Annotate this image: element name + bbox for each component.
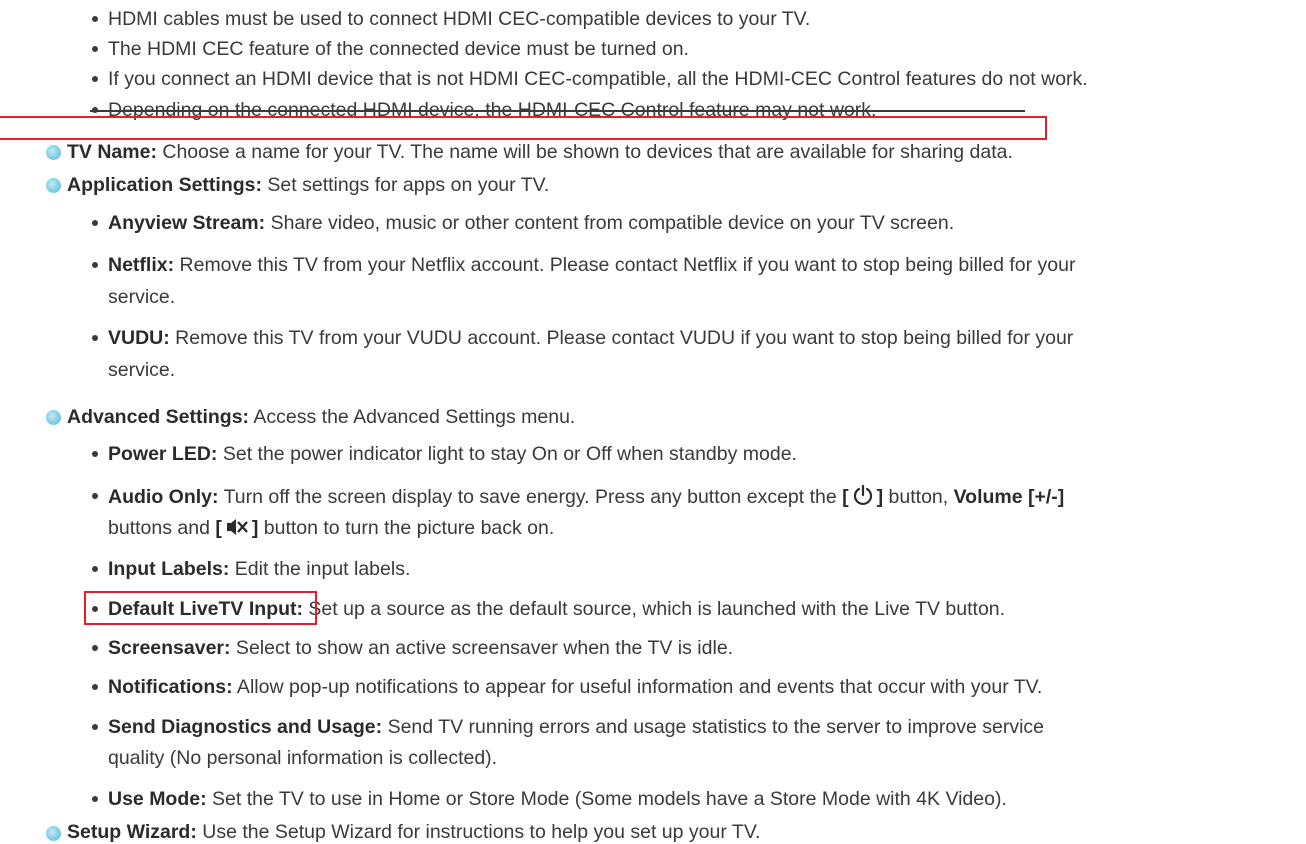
highlight-box-hdmi-note — [0, 116, 1047, 140]
setup-wizard-term: Setup Wizard: — [67, 821, 197, 843]
diagnostics-text: Send TV running errors and usage statist… — [382, 716, 1045, 738]
bullet — [92, 16, 98, 22]
use-mode-text: Set the TV to use in Home or Store Mode … — [206, 788, 1007, 810]
netflix-text-cont: service. — [108, 286, 176, 308]
screensaver-text: Select to show an active screensaver whe… — [230, 637, 734, 659]
netflix-item: Netflix: Remove this TV from your Netfli… — [108, 253, 1075, 277]
audio-only-line2-a: buttons and — [108, 517, 216, 539]
netflix-term: Netflix: — [108, 254, 175, 276]
notifications-item: Notifications: Allow pop-up notification… — [108, 675, 1042, 699]
screensaver-item: Screensaver: Select to show an active sc… — [108, 636, 733, 660]
advanced-settings-item: Advanced Settings: Access the Advanced S… — [67, 405, 575, 429]
bullet — [92, 796, 98, 802]
tv-name-item: TV Name: Choose a name for your TV. The … — [67, 140, 1013, 164]
bracket-open: [ — [215, 517, 222, 539]
audio-only-item: Audio Only: Turn off the screen display … — [108, 484, 1064, 508]
screensaver-term: Screensaver: — [108, 637, 231, 659]
audio-only-cont: buttons and [] button to turn the pictur… — [108, 516, 554, 540]
audio-only-text: Turn off the screen display to save ener… — [218, 486, 843, 508]
notifications-term: Notifications: — [108, 676, 233, 698]
setup-wizard-item: Setup Wizard: Use the Setup Wizard for i… — [67, 820, 760, 844]
section-bullet-dot — [46, 826, 61, 841]
vudu-item: VUDU: Remove this TV from your VUDU acco… — [108, 326, 1073, 350]
bullet — [92, 46, 98, 52]
hdmi-note-3: If you connect an HDMI device that is no… — [108, 68, 1088, 90]
advanced-settings-text: Access the Advanced Settings menu. — [249, 406, 576, 428]
anyview-stream-term: Anyview Stream: — [108, 212, 266, 234]
volume-term: Volume [+/-] — [953, 486, 1065, 508]
audio-only-text-b: button, — [883, 486, 954, 508]
vudu-text-cont: service. — [108, 359, 176, 381]
input-labels-item: Input Labels: Edit the input labels. — [108, 557, 410, 581]
audio-only-term: Audio Only: — [108, 486, 219, 508]
power-led-item: Power LED: Set the power indicator light… — [108, 442, 797, 466]
bullet — [92, 724, 98, 730]
input-labels-text: Edit the input labels. — [229, 558, 411, 580]
input-labels-term: Input Labels: — [108, 558, 230, 580]
notifications-text: Allow pop-up notifications to appear for… — [232, 676, 1043, 698]
bullet — [92, 645, 98, 651]
application-settings-item: Application Settings: Set settings for a… — [67, 173, 549, 197]
bullet — [92, 220, 98, 226]
vudu-term: VUDU: — [108, 327, 170, 349]
strikethrough-line — [90, 110, 1025, 112]
diagnostics-term: Send Diagnostics and Usage: — [108, 716, 383, 738]
bullet — [92, 493, 98, 499]
anyview-stream-text: Share video, music or other content from… — [265, 212, 955, 234]
application-settings-text: Set settings for apps on your TV. — [262, 174, 550, 196]
power-led-text: Set the power indicator light to stay On… — [217, 443, 797, 465]
bracket-open: [ — [842, 486, 849, 508]
mute-icon — [225, 517, 249, 543]
tv-name-text: Choose a name for your TV. The name will… — [156, 141, 1013, 163]
section-bullet-dot — [46, 410, 61, 425]
bullet — [92, 76, 98, 82]
application-settings-term: Application Settings: — [67, 174, 262, 196]
default-livetv-text: Set up a source as the default source, w… — [303, 598, 1006, 620]
use-mode-term: Use Mode: — [108, 788, 207, 810]
hdmi-note-2: The HDMI CEC feature of the connected de… — [108, 38, 689, 60]
vudu-text: Remove this TV from your VUDU account. P… — [169, 327, 1074, 349]
highlight-box-default-livetv — [84, 591, 317, 625]
setup-wizard-text: Use the Setup Wizard for instructions to… — [196, 821, 761, 843]
audio-only-line2-b: button to turn the picture back on. — [258, 517, 555, 539]
bullet — [92, 566, 98, 572]
bullet — [92, 335, 98, 341]
hdmi-note-1: HDMI cables must be used to connect HDMI… — [108, 8, 811, 30]
power-led-term: Power LED: — [108, 443, 218, 465]
section-bullet-dot — [46, 145, 61, 160]
bullet — [92, 262, 98, 268]
netflix-text: Remove this TV from your Netflix account… — [174, 254, 1076, 276]
diagnostics-text-cont: quality (No personal information is coll… — [108, 747, 498, 769]
bullet — [92, 451, 98, 457]
anyview-stream-item: Anyview Stream: Share video, music or ot… — [108, 211, 954, 235]
bullet — [92, 684, 98, 690]
advanced-settings-term: Advanced Settings: — [67, 406, 250, 428]
use-mode-item: Use Mode: Set the TV to use in Home or S… — [108, 787, 1007, 811]
tv-name-term: TV Name: — [67, 141, 157, 163]
diagnostics-item: Send Diagnostics and Usage: Send TV runn… — [108, 715, 1044, 739]
section-bullet-dot — [46, 178, 61, 193]
power-icon — [852, 484, 874, 512]
settings-document: HDMI cables must be used to connect HDMI… — [0, 0, 1306, 844]
